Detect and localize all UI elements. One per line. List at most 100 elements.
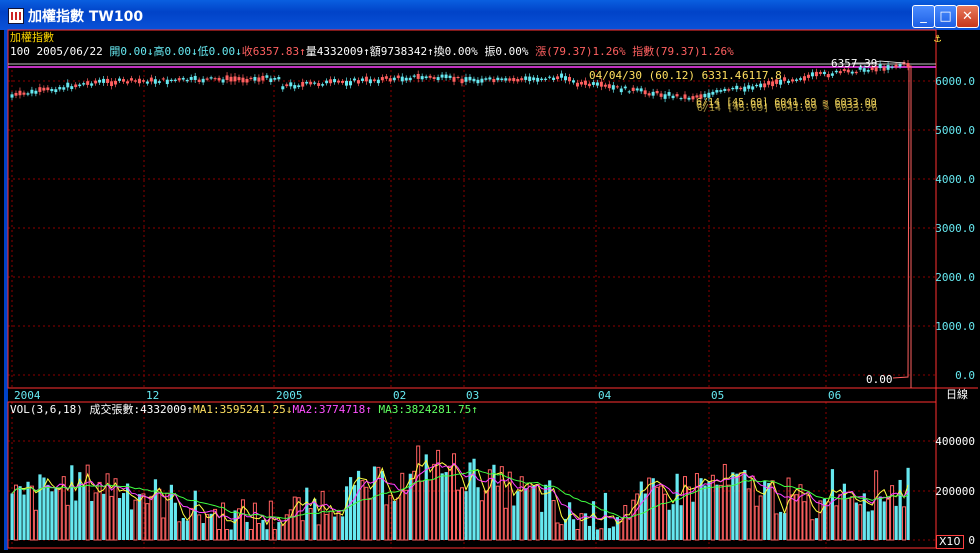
candle-body: [221, 79, 225, 83]
volume-bar: [292, 496, 297, 541]
volume-bar: [595, 529, 600, 540]
volume-bar: [46, 484, 50, 540]
candle-body: [102, 78, 106, 83]
candle-body: [313, 82, 317, 84]
candle-body: [277, 77, 281, 80]
volume-bar: [459, 487, 464, 541]
candle-body: [58, 87, 62, 90]
candle-body: [337, 80, 341, 83]
volume-bar: [575, 529, 580, 541]
candle-body: [659, 93, 663, 97]
volume-bar: [726, 484, 731, 541]
volume-bar: [619, 520, 624, 541]
candle-body: [508, 78, 512, 81]
amount-value: 額9738342↑: [369, 45, 434, 58]
candle-body: [293, 85, 297, 89]
candle-body: [22, 92, 26, 95]
candle-body: [452, 76, 456, 82]
volume-bar: [320, 490, 325, 541]
vol-ma1: MA1:3595241.25↓: [193, 403, 293, 416]
candle-body: [468, 76, 472, 81]
candle-body: [125, 81, 129, 84]
candle-body: [794, 79, 798, 81]
candle-body: [806, 74, 810, 78]
candle-body: [564, 76, 568, 81]
candle-body: [392, 77, 396, 81]
volume-bar: [818, 500, 823, 541]
volume-bar: [248, 529, 253, 541]
candle-body: [201, 78, 205, 83]
candle-body: [297, 85, 301, 88]
candle-body: [281, 86, 285, 90]
volume-bar: [181, 518, 185, 540]
close-value: 收6357.83↑: [241, 45, 306, 58]
candle-body: [42, 87, 46, 91]
volume-bar: [400, 472, 405, 541]
candle-body: [408, 77, 412, 81]
volume-bar: [710, 474, 715, 541]
volume-bar: [333, 516, 337, 540]
volume-value: 量4332009↑: [305, 45, 370, 58]
volume-bar: [754, 505, 759, 541]
volume-bar: [452, 453, 457, 541]
price-tick-label: 6000.0: [935, 75, 975, 88]
candle-body: [595, 82, 599, 86]
candle-body: [763, 83, 767, 88]
volume-bar: [870, 510, 874, 540]
volume-bar: [261, 519, 265, 540]
candle-body: [528, 76, 532, 82]
candle-body: [205, 78, 209, 80]
price-volume-chart[interactable]: 6000.0 5000.0 4000.0 3000.0 2000.0 1000.0 0.0 2…: [0, 0, 980, 553]
candle-body: [153, 79, 157, 84]
volume-bar: [324, 513, 329, 541]
volume-bar: [50, 491, 54, 540]
candle-body: [619, 88, 623, 93]
volume-bar: [850, 496, 855, 541]
volume-bar: [13, 484, 18, 541]
candle-body: [631, 87, 635, 91]
candle-body: [687, 97, 691, 100]
volume-bar: [810, 519, 815, 541]
candle-body: [380, 77, 384, 81]
volume-bar: [328, 510, 333, 541]
candle-body: [571, 80, 575, 83]
price-tick-label: 4000.0: [935, 173, 975, 186]
volume-bar: [802, 501, 807, 541]
volume-bar: [783, 513, 787, 540]
anchor-icon[interactable]: ⚓: [934, 31, 941, 45]
date-value: 2005/06/22: [36, 45, 103, 58]
candle-body: [189, 76, 193, 80]
volume-bar: [826, 501, 831, 541]
volume-bar: [352, 485, 357, 540]
candle-body: [579, 81, 583, 85]
candle-body: [635, 88, 639, 91]
volume-bar: [591, 501, 596, 540]
volume-bar: [707, 481, 711, 540]
volume-bar: [834, 505, 839, 541]
candle-body: [368, 79, 372, 84]
candle-body: [10, 94, 14, 98]
volume-bar: [201, 523, 205, 540]
index-change-value: 指數(79.37)1.26%: [632, 45, 734, 58]
candle-body: [798, 78, 802, 80]
candle-body: [623, 86, 627, 89]
high-value: 高0.00↓: [153, 45, 198, 58]
candle-body: [643, 90, 647, 95]
volume-bar: [420, 480, 425, 541]
volume-bar: [122, 493, 126, 540]
candle-body: [440, 74, 444, 78]
candle-body: [894, 64, 898, 68]
candle-body: [675, 94, 679, 97]
volume-bar: [767, 482, 771, 540]
candle-body: [404, 77, 408, 81]
volume-bar: [671, 504, 675, 540]
candle-body: [639, 88, 643, 92]
volume-bar: [468, 462, 472, 540]
candle-body: [157, 81, 161, 83]
volume-bar: [336, 511, 341, 541]
period-scale-button[interactable]: 日線: [937, 388, 977, 402]
candle-body: [145, 81, 149, 84]
candle-body: [830, 73, 834, 76]
candle-body: [727, 89, 731, 91]
candle-body: [213, 78, 217, 80]
